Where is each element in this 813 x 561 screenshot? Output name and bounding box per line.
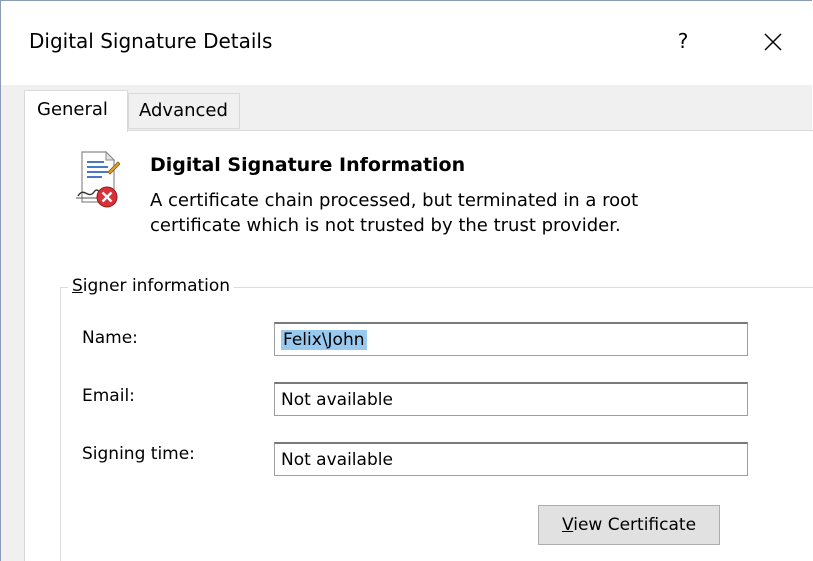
legend-mnemonic: S	[72, 276, 83, 296]
title-bar: Digital Signature Details ?	[1, 1, 813, 85]
name-label: Name:	[82, 328, 138, 348]
info-message-line-2: certificate which is not trusted by the …	[150, 215, 621, 236]
signer-information-legend: Signer information	[68, 276, 235, 296]
window-title: Digital Signature Details	[29, 29, 273, 53]
view-certificate-button[interactable]: View Certificate	[538, 505, 720, 545]
tab-advanced-label: Advanced	[139, 100, 228, 121]
tab-general-label: General	[37, 99, 108, 120]
info-message-line-1: A certificate chain processed, but termi…	[150, 190, 639, 211]
email-label: Email:	[82, 386, 135, 406]
email-field[interactable]: Not available	[274, 382, 748, 416]
signing-time-field[interactable]: Not available	[274, 442, 748, 476]
tab-general[interactable]: General	[24, 90, 128, 132]
help-button[interactable]: ?	[661, 21, 705, 61]
close-button[interactable]	[751, 21, 795, 61]
signature-certificate-error-icon	[76, 150, 120, 208]
info-title: Digital Signature Information	[150, 154, 466, 176]
email-value: Not available	[281, 390, 393, 410]
signing-time-label: Signing time:	[82, 444, 195, 464]
close-icon	[764, 32, 782, 51]
name-field[interactable]: Felix\John	[274, 322, 748, 356]
view-certificate-mnemonic: V	[561, 515, 574, 535]
view-certificate-label: iew Certificate	[573, 515, 697, 535]
tab-advanced[interactable]: Advanced	[128, 93, 240, 129]
legend-rest: igner information	[82, 276, 231, 296]
help-label: ?	[677, 29, 689, 53]
signing-time-value: Not available	[281, 450, 393, 470]
name-value: Felix\John	[281, 330, 367, 350]
info-message: A certificate chain processed, but termi…	[150, 188, 710, 238]
